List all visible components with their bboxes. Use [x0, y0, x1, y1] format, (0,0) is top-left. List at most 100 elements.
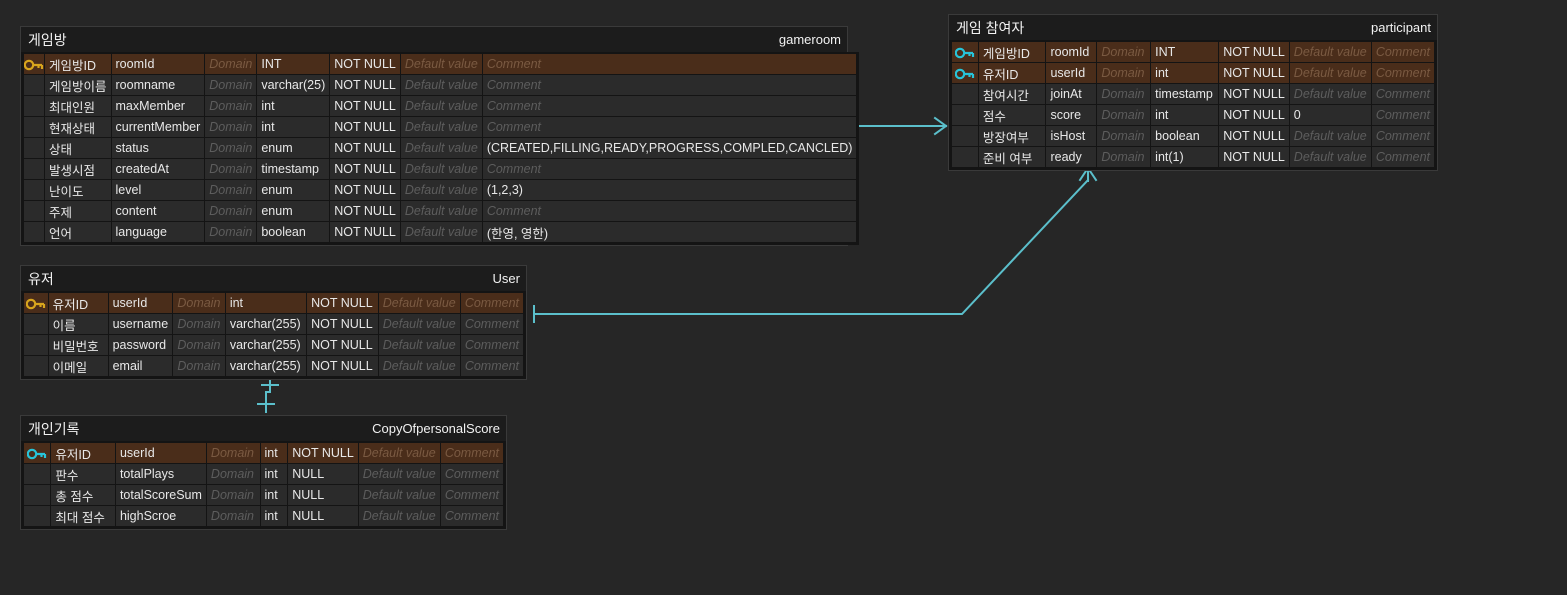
column-default: Default value — [400, 75, 482, 95]
column-default: Default value — [1289, 147, 1371, 167]
column-nullable: NOT NULL — [330, 54, 400, 74]
column-default: Default value — [400, 159, 482, 179]
column-comment: Comment — [460, 293, 523, 313]
column-comment: (1,2,3) — [482, 180, 857, 200]
column-type: varchar(25) — [257, 75, 330, 95]
entity-copyofpersonalscore[interactable]: 개인기록 CopyOfpersonalScore 유저ID userId Dom… — [20, 415, 507, 530]
column-comment: Comment — [482, 54, 857, 74]
column-physical-name: userId — [1046, 63, 1097, 83]
column-default: Default value — [1289, 42, 1371, 62]
column-physical-name: level — [111, 180, 205, 200]
entity-title-user: 유저 User — [21, 266, 526, 291]
column-comment: Comment — [482, 117, 857, 137]
column-logical-name: 참여시간 — [978, 84, 1046, 104]
column-type: varchar(255) — [225, 356, 307, 376]
column-default: 0 — [1289, 105, 1371, 125]
column-physical-name: totalPlays — [115, 464, 206, 484]
column-nullable: NOT NULL — [1219, 126, 1289, 146]
column-physical-name: roomId — [111, 54, 205, 74]
column-type: int — [225, 293, 307, 313]
entity-participant[interactable]: 게임 참여자 participant 게임방ID roomId Domain I… — [948, 14, 1438, 171]
relationship-gameroom-participant — [850, 116, 948, 136]
column-type: INT — [257, 54, 330, 74]
column-nullable: NOT NULL — [307, 293, 378, 313]
column-domain: Domain — [206, 443, 260, 463]
table-row[interactable]: 참여시간 joinAt Domain timestamp NOT NULL De… — [952, 84, 1434, 104]
table-row[interactable]: 유저ID userId Domain int NOT NULL Default … — [24, 293, 523, 313]
table-row[interactable]: 게임방ID roomId Domain INT NOT NULL Default… — [952, 42, 1434, 62]
column-domain: Domain — [173, 335, 225, 355]
column-comment: Comment — [1371, 63, 1434, 83]
column-nullable: NOT NULL — [288, 443, 358, 463]
table-row[interactable]: 언어 language Domain boolean NOT NULL Defa… — [24, 222, 857, 242]
column-physical-name: userId — [115, 443, 206, 463]
column-type: int(1) — [1151, 147, 1219, 167]
table-row[interactable]: 난이도 level Domain enum NOT NULL Default v… — [24, 180, 857, 200]
entity-logical-name: 게임방 — [28, 31, 67, 48]
column-logical-name: 유저ID — [978, 63, 1046, 83]
entity-title-participant: 게임 참여자 participant — [949, 15, 1437, 40]
column-domain: Domain — [206, 464, 260, 484]
table-row[interactable]: 점수 score Domain int NOT NULL 0 Comment — [952, 105, 1434, 125]
column-domain: Domain — [1097, 126, 1151, 146]
column-nullable: NULL — [288, 485, 358, 505]
table-row[interactable]: 비밀번호 password Domain varchar(255) NOT NU… — [24, 335, 523, 355]
column-nullable: NOT NULL — [1219, 147, 1289, 167]
no-key-icon — [24, 201, 44, 221]
column-physical-name: status — [111, 138, 205, 158]
entity-gameroom[interactable]: 게임방 gameroom 게임방ID roomId Domain INT NOT… — [20, 26, 860, 246]
column-type: int — [260, 443, 288, 463]
table-row[interactable]: 현재상태 currentMember Domain int NOT NULL D… — [24, 117, 857, 137]
table-row[interactable]: 게임방이름 roomname Domain varchar(25) NOT NU… — [24, 75, 857, 95]
primary-key-icon — [24, 293, 48, 313]
column-domain: Domain — [206, 485, 260, 505]
entity-logical-name: 개인기록 — [28, 420, 80, 437]
table-row[interactable]: 이메일 email Domain varchar(255) NOT NULL D… — [24, 356, 523, 376]
column-physical-name: ready — [1046, 147, 1097, 167]
column-physical-name: userId — [108, 293, 173, 313]
table-row[interactable]: 준비 여부 ready Domain int(1) NOT NULL Defau… — [952, 147, 1434, 167]
column-logical-name: 게임방이름 — [45, 75, 111, 95]
table-row[interactable]: 최대 점수 highScroe Domain int NULL Default … — [24, 506, 503, 526]
table-row[interactable]: 게임방ID roomId Domain INT NOT NULL Default… — [24, 54, 857, 74]
column-domain: Domain — [1097, 42, 1151, 62]
table-row[interactable]: 방장여부 isHost Domain boolean NOT NULL Defa… — [952, 126, 1434, 146]
erd-canvas[interactable]: 게임방 gameroom 게임방ID roomId Domain INT NOT… — [0, 0, 1567, 595]
column-default: Default value — [400, 222, 482, 242]
entity-physical-name: participant — [1371, 20, 1431, 35]
column-comment: Comment — [1371, 147, 1434, 167]
column-type: enum — [257, 138, 330, 158]
column-domain: Domain — [173, 314, 225, 334]
table-row[interactable]: 최대인원 maxMember Domain int NOT NULL Defau… — [24, 96, 857, 116]
column-type: boolean — [257, 222, 330, 242]
table-row[interactable]: 총 점수 totalScoreSum Domain int NULL Defau… — [24, 485, 503, 505]
table-row[interactable]: 유저ID userId Domain int NOT NULL Default … — [952, 63, 1434, 83]
column-default: Default value — [1289, 84, 1371, 104]
no-key-icon — [24, 96, 44, 116]
entity-physical-name: User — [492, 271, 520, 286]
no-key-icon — [952, 105, 978, 125]
table-row[interactable]: 발생시점 createdAt Domain timestamp NOT NULL… — [24, 159, 857, 179]
no-key-icon — [24, 314, 48, 334]
column-domain: Domain — [1097, 63, 1151, 83]
column-logical-name: 유저ID — [51, 443, 115, 463]
entity-user[interactable]: 유저 User 유저ID userId Domain int NOT NULL … — [20, 265, 527, 380]
column-type: timestamp — [1151, 84, 1219, 104]
table-row[interactable]: 상태 status Domain enum NOT NULL Default v… — [24, 138, 857, 158]
column-comment: Comment — [440, 485, 503, 505]
column-comment: Comment — [440, 443, 503, 463]
column-logical-name: 총 점수 — [51, 485, 115, 505]
no-key-icon — [952, 126, 978, 146]
table-row[interactable]: 주제 content Domain enum NOT NULL Default … — [24, 201, 857, 221]
column-nullable: NOT NULL — [1219, 105, 1289, 125]
column-type: int — [260, 506, 288, 526]
table-row[interactable]: 유저ID userId Domain int NOT NULL Default … — [24, 443, 503, 463]
table-row[interactable]: 이름 username Domain varchar(255) NOT NULL… — [24, 314, 523, 334]
column-logical-name: 언어 — [45, 222, 111, 242]
column-physical-name: email — [108, 356, 173, 376]
no-key-icon — [24, 117, 44, 137]
column-default: Default value — [378, 314, 460, 334]
column-comment: Comment — [1371, 42, 1434, 62]
table-row[interactable]: 판수 totalPlays Domain int NULL Default va… — [24, 464, 503, 484]
column-default: Default value — [400, 138, 482, 158]
